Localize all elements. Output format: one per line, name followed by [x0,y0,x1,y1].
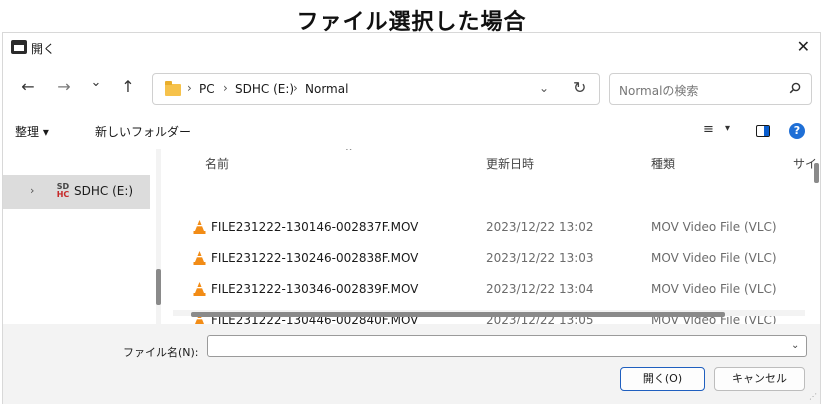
expand-chevron-icon[interactable]: › [30,184,34,197]
column-header-date[interactable]: 更新日時 [486,155,534,172]
search-placeholder: Normalの検索 [619,84,699,98]
dialog-footer: ファイル名(N): ⌄ 開く(O) キャンセル ⋰ [3,324,820,404]
view-options-chevron-icon[interactable]: ▾ [725,123,730,134]
file-date: 2023/12/22 13:03 [486,251,594,265]
file-type: MOV Video File (VLC) [651,220,777,234]
sd-card-icon: SD HC [55,183,71,199]
sidebar-item-label: SDHC (E:) [74,184,134,198]
open-button[interactable]: 開く(O) [620,367,705,391]
file-list-vertical-scrollbar-thumb[interactable] [814,163,819,183]
breadcrumb-separator: › [223,81,228,95]
new-folder-button[interactable]: 新しいフォルダー [95,123,191,140]
file-name: FILE231222-130146-002837F.MOV [211,220,419,234]
folder-icon [165,81,181,96]
navigation-bar: ← → ⌄ ↑ › PC › SDHC (E:) › Normal ⌄ ↻ No… [3,71,820,107]
file-name: FILE231222-130346-002839F.MOV [211,282,419,296]
file-type: MOV Video File (VLC) [651,251,777,265]
recent-locations-chevron-icon[interactable]: ⌄ [85,75,107,90]
app-icon [11,40,27,54]
vlc-file-icon [193,282,206,296]
filename-input[interactable] [207,335,807,357]
vlc-file-icon [193,251,206,265]
breadcrumb-pc[interactable]: PC [199,82,215,96]
navigation-pane: › SD HC SDHC (E:) [3,149,161,324]
breadcrumb-separator: › [187,81,192,95]
table-row[interactable]: FILE231222-130346-002839F.MOV 2023/12/22… [163,274,820,304]
search-box[interactable]: Normalの検索 [609,73,812,105]
view-options-icon[interactable]: ≡ [703,122,714,137]
up-arrow-icon[interactable]: ↑ [117,77,139,96]
page-caption: ファイル選択した場合 [296,10,527,35]
window-title: 開く [31,42,56,56]
file-list-horizontal-scrollbar-thumb[interactable] [191,312,725,317]
cancel-button[interactable]: キャンセル [714,367,805,391]
help-icon[interactable]: ? [789,123,805,139]
sort-ascending-icon: ^ [345,149,353,157]
table-row[interactable]: FILE231222-130146-002837F.MOV 2023/12/22… [163,212,820,242]
column-header-type[interactable]: 種類 [651,155,675,172]
vlc-file-icon [193,220,206,234]
breadcrumb-sdhc[interactable]: SDHC (E:) [235,82,294,96]
address-bar[interactable]: › PC › SDHC (E:) › Normal ⌄ ↻ [152,73,600,105]
sd-icon-bottom-text: HC [56,190,70,199]
column-header-name[interactable]: 名前 [205,155,229,172]
preview-pane-icon[interactable] [756,125,770,137]
open-file-dialog: 開く ✕ ← → ⌄ ↑ › PC › SDHC (E:) › Normal ⌄… [2,32,821,404]
sidebar-scrollbar-thumb[interactable] [156,269,161,305]
back-arrow-icon[interactable]: ← [17,77,39,96]
title-bar: 開く ✕ [3,33,820,63]
file-type: MOV Video File (VLC) [651,282,777,296]
file-date: 2023/12/22 13:04 [486,282,594,296]
table-row[interactable]: FILE231222-130246-002838F.MOV 2023/12/22… [163,243,820,273]
file-date: 2023/12/22 13:02 [486,220,594,234]
forward-arrow-icon[interactable]: → [53,77,75,96]
organize-menu-button[interactable]: 整理 ▾ [15,123,49,140]
filename-label: ファイル名(N): [123,346,199,359]
refresh-icon[interactable]: ↻ [573,78,586,97]
search-icon[interactable] [789,82,801,94]
resize-grip-icon[interactable]: ⋰ [809,392,817,401]
filename-dropdown-chevron-icon[interactable]: ⌄ [791,340,799,351]
breadcrumb-separator: › [293,81,298,95]
breadcrumb-normal[interactable]: Normal [305,82,348,96]
file-name: FILE231222-130246-002838F.MOV [211,251,419,265]
sidebar-item-sdhc[interactable]: › SD HC SDHC (E:) [3,175,150,209]
address-dropdown-chevron-icon[interactable]: ⌄ [539,81,549,95]
close-icon[interactable]: ✕ [797,37,810,56]
file-list: 名前 ^ 更新日時 種類 サイ FILE231222-130146-002837… [163,149,820,324]
command-toolbar: 整理 ▾ 新しいフォルダー ≡ ▾ ? [3,117,820,145]
